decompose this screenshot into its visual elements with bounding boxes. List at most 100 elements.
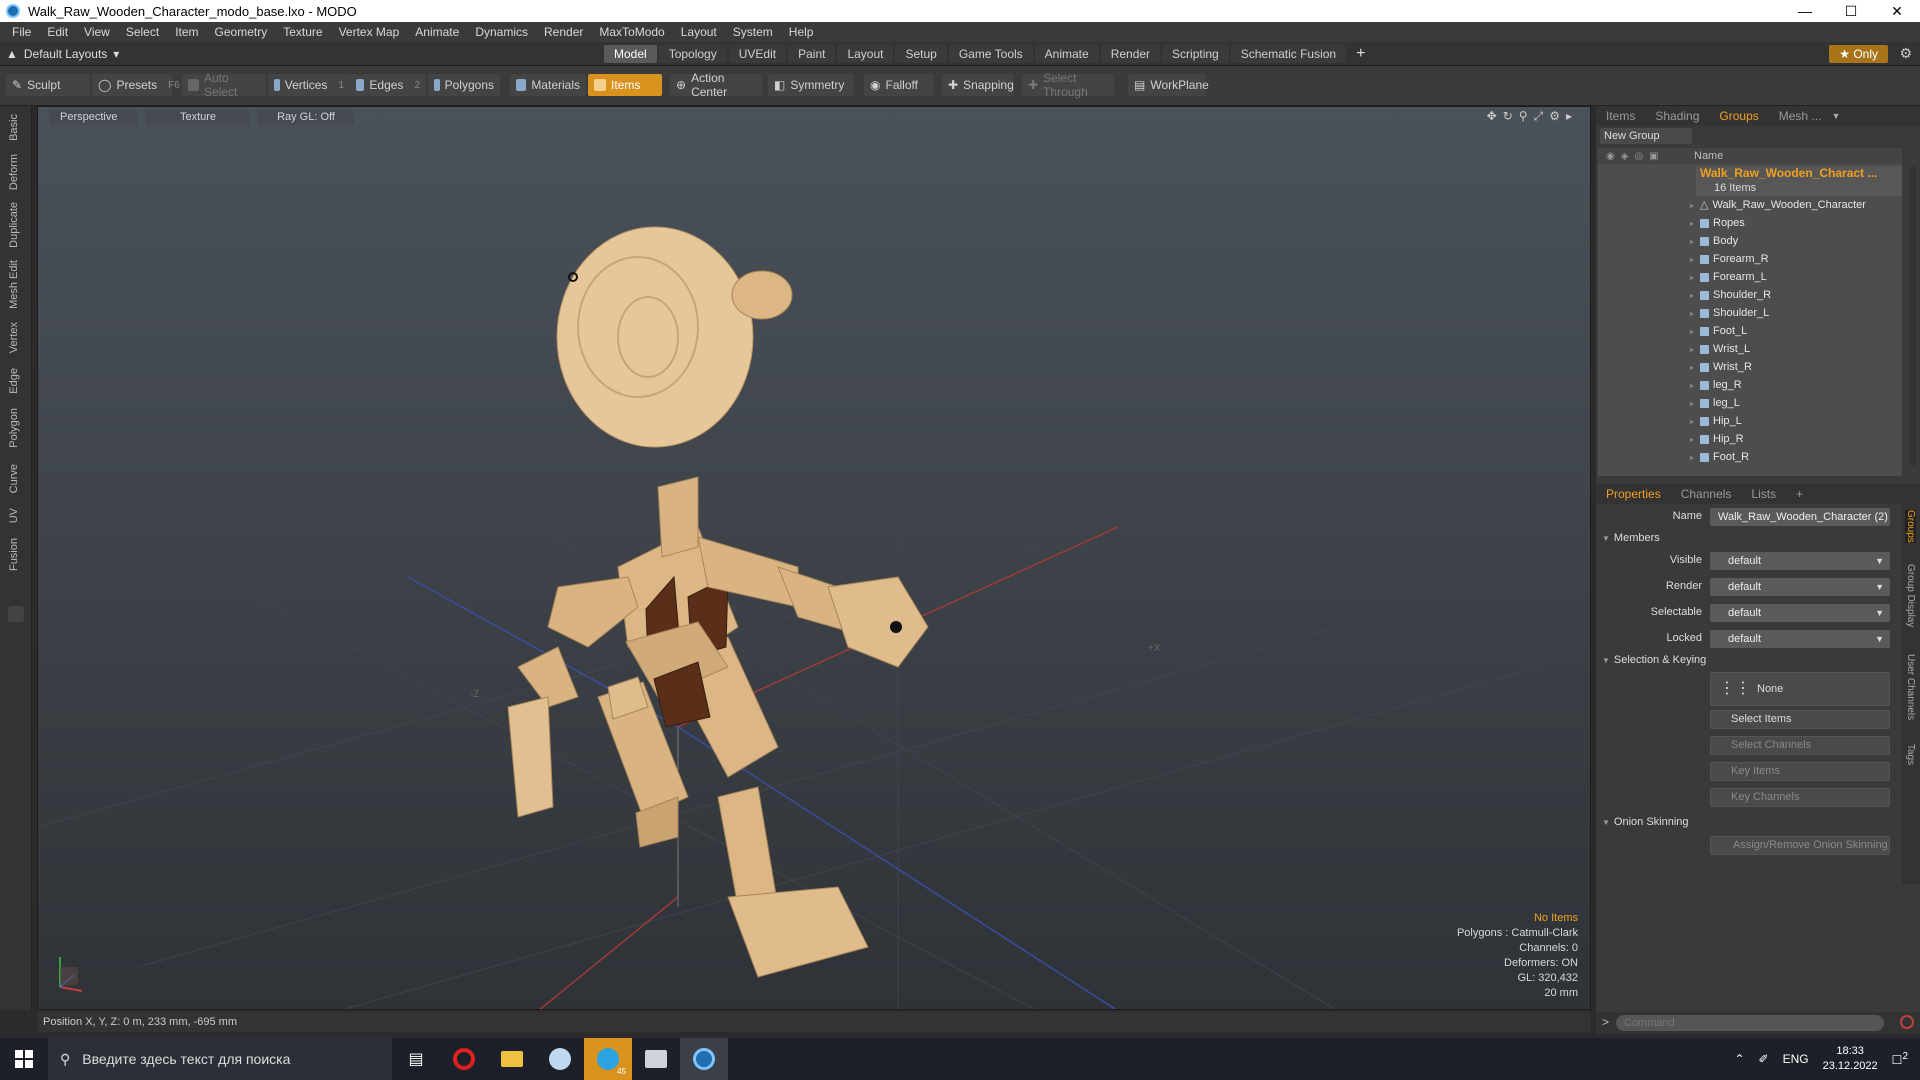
presets-button[interactable]: ◯ Presets F6 [92, 74, 180, 96]
menu-render[interactable]: Render [536, 25, 591, 39]
layout-selector[interactable]: ▲ Default Layouts ▾ [0, 47, 130, 61]
app-window-icon[interactable] [632, 1038, 680, 1080]
menu-animate[interactable]: Animate [407, 25, 467, 39]
notifications-icon[interactable]: ☐2 [1892, 1051, 1908, 1067]
telegram-icon[interactable]: 45 [584, 1038, 632, 1080]
items-button[interactable]: Items [588, 74, 662, 96]
auto-select-button[interactable]: Auto Select [182, 71, 266, 99]
group-member-row[interactable]: ▸ △ Walk_Raw_Wooden_Character [1598, 196, 1902, 214]
shading-mode-button[interactable]: Texture [146, 110, 250, 125]
group-member-row[interactable]: ▸ Ropes [1598, 214, 1902, 232]
group-member-row[interactable]: ▸ Forearm_R [1598, 250, 1902, 268]
add-tab-icon[interactable]: + [1348, 45, 1373, 63]
symmetry-button[interactable]: ◧ Symmetry [768, 74, 854, 96]
tab-lists[interactable]: Lists [1741, 487, 1786, 501]
fit-view-icon[interactable]: ⤢ [1534, 109, 1544, 124]
tab-model[interactable]: Model [604, 45, 657, 63]
group-member-row[interactable]: ▸ Shoulder_R [1598, 286, 1902, 304]
opera-icon[interactable] [440, 1038, 488, 1080]
tab-paint[interactable]: Paint [788, 45, 836, 63]
side-tab-tags[interactable]: Tags [1905, 744, 1916, 765]
locked-select[interactable]: default ▼ [1710, 630, 1890, 648]
menu-help[interactable]: Help [781, 25, 822, 39]
visible-select[interactable]: default ▼ [1710, 552, 1890, 570]
menu-dynamics[interactable]: Dynamics [467, 25, 536, 39]
command-input[interactable] [1616, 1015, 1884, 1031]
materials-button[interactable]: Materials [510, 74, 586, 96]
group-member-row[interactable]: ▸ Body [1598, 232, 1902, 250]
side-tab-user-channels[interactable]: User Channels [1905, 654, 1916, 720]
left-tab-fusion[interactable]: Fusion [8, 538, 26, 571]
action-center-button[interactable]: ⊕ Action Center [670, 71, 762, 99]
group-member-row[interactable]: ▸ leg_L [1598, 394, 1902, 412]
chevron-down-icon[interactable]: ▼ [1831, 111, 1840, 121]
maximize-icon[interactable]: ☐ [1828, 0, 1874, 22]
rotate-view-icon[interactable]: ↻ [1503, 109, 1513, 124]
menu-maxtomodo[interactable]: MaxToModo [591, 25, 672, 39]
strip-toggle-button[interactable] [8, 606, 24, 622]
zoom-icon[interactable]: ⚲ [1519, 109, 1528, 124]
group-member-row[interactable]: ▸ Foot_L [1598, 322, 1902, 340]
record-icon[interactable] [1900, 1015, 1914, 1029]
side-tab-groups[interactable]: Groups [1905, 510, 1916, 543]
left-tab-basic[interactable]: Basic [8, 114, 26, 141]
pen-icon[interactable]: ✐ [1759, 1052, 1769, 1066]
group-member-row[interactable]: ▸ Foot_R [1598, 448, 1902, 466]
group-member-row[interactable]: ▸ Forearm_L [1598, 268, 1902, 286]
only-button[interactable]: ★ Only [1829, 45, 1888, 63]
tab-layout[interactable]: Layout [837, 45, 894, 63]
group-member-row[interactable]: ▸ Wrist_R [1598, 358, 1902, 376]
language-indicator[interactable]: ENG [1783, 1052, 1809, 1066]
falloff-button[interactable]: ◉ Falloff [864, 74, 934, 96]
windows-start-icon[interactable] [0, 1038, 48, 1080]
left-tab-polygon[interactable]: Polygon [8, 408, 26, 448]
eye-icon[interactable]: ◉ [1606, 151, 1615, 162]
add-tab-icon[interactable]: + [1786, 487, 1813, 501]
members-section[interactable]: ▼ Members [1602, 532, 1660, 544]
modo-taskbar-icon[interactable] [680, 1038, 728, 1080]
lock-icon[interactable]: ◎ [1634, 151, 1643, 162]
tab-items[interactable]: Items [1596, 109, 1645, 123]
chevron-up-icon[interactable]: ⌃ [1734, 1052, 1744, 1066]
group-member-row[interactable]: ▸ leg_R [1598, 376, 1902, 394]
menu-texture[interactable]: Texture [275, 25, 330, 39]
clock[interactable]: 18:33 23.12.2022 [1823, 1044, 1878, 1074]
menu-file[interactable]: File [4, 25, 39, 39]
select-items-button[interactable]: Select Items [1710, 710, 1890, 729]
select-icon[interactable]: ▣ [1649, 151, 1658, 162]
tab-channels[interactable]: Channels [1671, 487, 1742, 501]
side-tab-group-display[interactable]: Group Display [1905, 564, 1916, 627]
onion-skinning-section[interactable]: ▼ Onion Skinning [1602, 816, 1689, 828]
tab-uvedit[interactable]: UVEdit [728, 45, 787, 63]
menu-edit[interactable]: Edit [39, 25, 76, 39]
menu-geometry[interactable]: Geometry [207, 25, 276, 39]
render-icon[interactable]: ◈ [1621, 151, 1629, 162]
none-button[interactable]: ⋮⋮ None [1710, 672, 1890, 706]
task-view-icon[interactable]: ▤ [392, 1038, 440, 1080]
render-select[interactable]: default ▼ [1710, 578, 1890, 596]
menu-system[interactable]: System [725, 25, 781, 39]
view-mode-button[interactable]: Perspective [50, 110, 138, 125]
group-name-field[interactable]: Walk_Raw_Wooden_Character (2) [1710, 508, 1890, 526]
selectable-select[interactable]: default ▼ [1710, 604, 1890, 622]
assign-onion-button[interactable]: Assign/Remove Onion Skinning [1710, 836, 1890, 855]
menu-item[interactable]: Item [167, 25, 206, 39]
menu-layout[interactable]: Layout [673, 25, 725, 39]
tab-schematic-fusion[interactable]: Schematic Fusion [1230, 45, 1347, 63]
raygl-button[interactable]: Ray GL: Off [258, 110, 354, 125]
group-entry[interactable]: Walk_Raw_Wooden_Charact ... 16 Items [1696, 166, 1902, 196]
group-member-row[interactable]: ▸ Wrist_L [1598, 340, 1902, 358]
tab-topology[interactable]: Topology [658, 45, 727, 63]
vertices-button[interactable]: Vertices 1 [268, 74, 350, 96]
group-list-scrollbar[interactable] [1910, 166, 1916, 466]
group-member-row[interactable]: ▸ Shoulder_L [1598, 304, 1902, 322]
new-group-button[interactable]: New Group [1600, 128, 1692, 144]
tab-scripting[interactable]: Scripting [1162, 45, 1229, 63]
key-items-button[interactable]: Key Items [1710, 762, 1890, 781]
menu-select[interactable]: Select [118, 25, 167, 39]
paint-app-icon[interactable] [536, 1038, 584, 1080]
tab-animate[interactable]: Animate [1034, 45, 1099, 63]
tab-game-tools[interactable]: Game Tools [948, 45, 1033, 63]
tab-setup[interactable]: Setup [895, 45, 947, 63]
menu-vertex-map[interactable]: Vertex Map [331, 25, 408, 39]
